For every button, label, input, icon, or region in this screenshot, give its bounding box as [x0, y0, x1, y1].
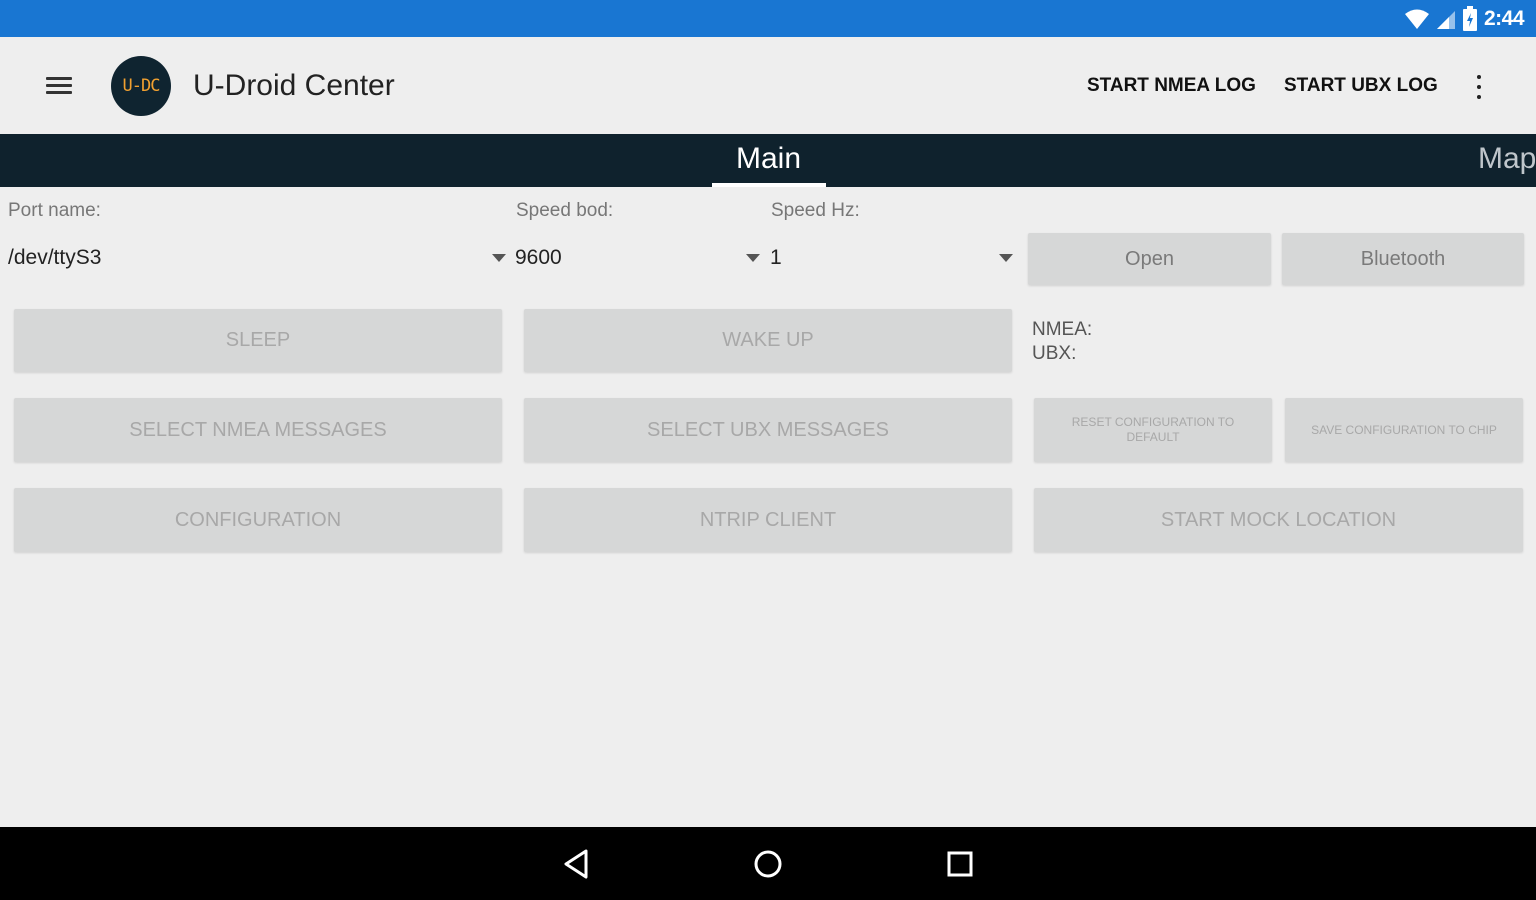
home-icon[interactable]	[751, 847, 785, 881]
speed-bod-value: 9600	[515, 246, 562, 269]
tab-map[interactable]: Map	[1478, 142, 1536, 176]
recents-icon[interactable]	[943, 847, 977, 881]
start-mock-location-button[interactable]: START MOCK LOCATION	[1034, 488, 1523, 552]
wifi-icon	[1404, 9, 1429, 29]
speed-hz-spinner[interactable]: 1	[770, 240, 1016, 280]
signal-icon	[1436, 11, 1455, 29]
start-ubx-log-button[interactable]: START UBX LOG	[1284, 75, 1438, 97]
tab-main[interactable]: Main	[736, 142, 801, 176]
status-icons: 2:44	[1404, 5, 1525, 33]
back-icon[interactable]	[560, 847, 594, 881]
dropdown-arrow-icon	[999, 254, 1013, 262]
select-nmea-messages-button[interactable]: SELECT NMEA MESSAGES	[14, 398, 502, 462]
hamburger-menu-icon[interactable]	[42, 73, 78, 99]
bluetooth-button[interactable]: Bluetooth	[1282, 233, 1524, 285]
open-button[interactable]: Open	[1028, 233, 1271, 285]
nmea-status-label: NMEA:	[1032, 319, 1093, 340]
save-configuration-button[interactable]: SAVE CONFIGURATION TO CHIP	[1285, 398, 1523, 462]
navigation-bar	[0, 827, 1536, 900]
port-name-label: Port name:	[8, 200, 101, 221]
status-bar: 2:44	[0, 0, 1536, 37]
dropdown-arrow-icon	[746, 254, 760, 262]
status-time: 2:44	[1483, 7, 1525, 30]
ntrip-client-button[interactable]: NTRIP CLIENT	[524, 488, 1012, 552]
sleep-button[interactable]: SLEEP	[14, 309, 502, 372]
battery-icon	[1462, 6, 1477, 31]
ubx-status-label: UBX:	[1032, 343, 1077, 364]
app-logo: U-DC	[111, 56, 171, 116]
configuration-button[interactable]: CONFIGURATION	[14, 488, 502, 552]
start-nmea-log-button[interactable]: START NMEA LOG	[1087, 75, 1256, 97]
speed-bod-label: Speed bod:	[516, 200, 614, 221]
speed-bod-spinner[interactable]: 9600	[515, 240, 765, 280]
dropdown-arrow-icon	[492, 254, 506, 262]
more-vert-icon[interactable]	[1466, 71, 1492, 103]
tab-bar: Main Map	[0, 134, 1536, 187]
logo-text: U-DC	[122, 76, 161, 96]
wake-up-button[interactable]: WAKE UP	[524, 309, 1012, 372]
app-bar: U-DC U-Droid Center START NMEA LOG START…	[0, 37, 1536, 134]
port-name-value: /dev/ttyS3	[8, 246, 102, 269]
port-name-spinner[interactable]: /dev/ttyS3	[8, 240, 510, 280]
speed-hz-value: 1	[770, 246, 782, 269]
speed-hz-label: Speed Hz:	[771, 200, 860, 221]
tab-indicator	[712, 183, 826, 187]
reset-configuration-button[interactable]: RESET CONFIGURATION TO DEFAULT	[1034, 398, 1272, 462]
select-ubx-messages-button[interactable]: SELECT UBX MESSAGES	[524, 398, 1012, 462]
app-title: U-Droid Center	[193, 69, 395, 102]
